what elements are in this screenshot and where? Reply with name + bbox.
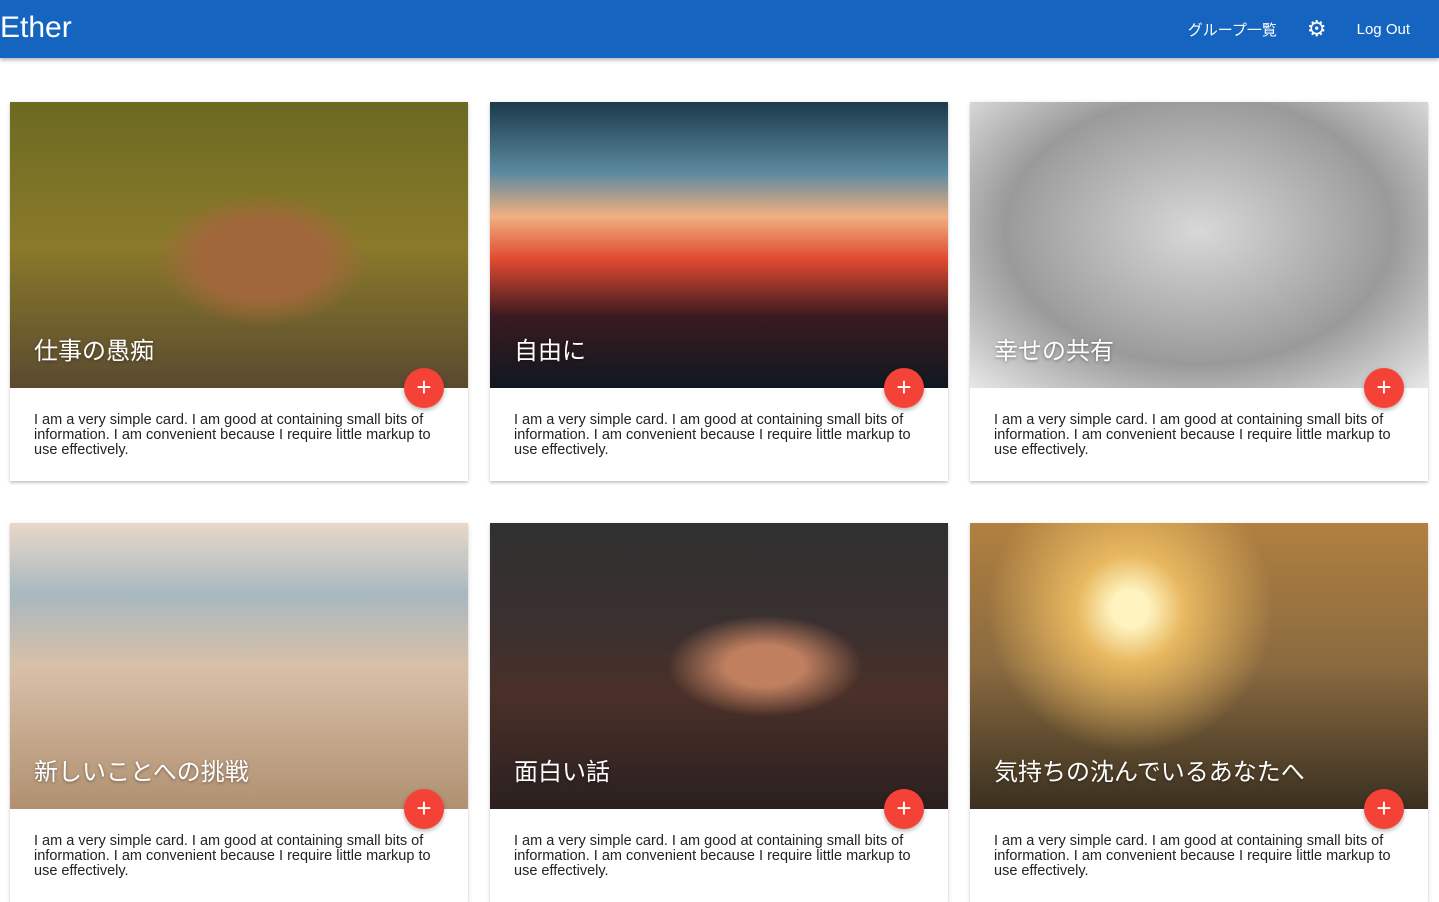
card-image[interactable]: 新しいことへの挑戦 [10,523,468,809]
add-button[interactable]: + [1364,789,1404,829]
card-title: 幸せの共有 [994,338,1114,365]
add-button[interactable]: + [884,789,924,829]
card: 面白い話 + I am a very simple card. I am goo… [490,523,948,902]
card-text: I am a very simple card. I am good at co… [514,412,911,458]
card-image[interactable]: 幸せの共有 [970,102,1428,388]
card-text: I am a very simple card. I am good at co… [994,412,1391,458]
card: 仕事の愚痴 + I am a very simple card. I am go… [10,102,468,481]
card: 自由に + I am a very simple card. I am good… [490,102,948,481]
card-title: 気持ちの沈んでいるあなたへ [994,759,1305,786]
card-title: 自由に [514,338,586,365]
gear-icon[interactable]: ⚙ [1292,18,1342,40]
card-image[interactable]: 気持ちの沈んでいるあなたへ [970,523,1428,809]
card-title: 仕事の愚痴 [34,338,154,365]
card-title: 面白い話 [514,759,610,786]
add-button[interactable]: + [404,789,444,829]
logout-link[interactable]: Log Out [1342,21,1425,38]
card-image[interactable]: 自由に [490,102,948,388]
add-button[interactable]: + [884,368,924,408]
card-text: I am a very simple card. I am good at co… [994,833,1391,879]
card: 新しいことへの挑戦 + I am a very simple card. I a… [10,523,468,902]
card-text: I am a very simple card. I am good at co… [34,412,431,458]
card: 気持ちの沈んでいるあなたへ + I am a very simple card.… [970,523,1428,902]
card-image[interactable]: 仕事の愚痴 [10,102,468,388]
card-text: I am a very simple card. I am good at co… [34,833,431,879]
card-image[interactable]: 面白い話 [490,523,948,809]
top-navbar: Ether グループ一覧 ⚙ Log Out [0,0,1439,58]
card-text: I am a very simple card. I am good at co… [514,833,911,879]
group-list-link[interactable]: グループ一覧 [1173,19,1292,40]
brand-logo[interactable]: Ether [0,10,72,46]
card-title: 新しいことへの挑戦 [34,759,249,786]
add-button[interactable]: + [404,368,444,408]
card: 幸せの共有 + I am a very simple card. I am go… [970,102,1428,481]
add-button[interactable]: + [1364,368,1404,408]
